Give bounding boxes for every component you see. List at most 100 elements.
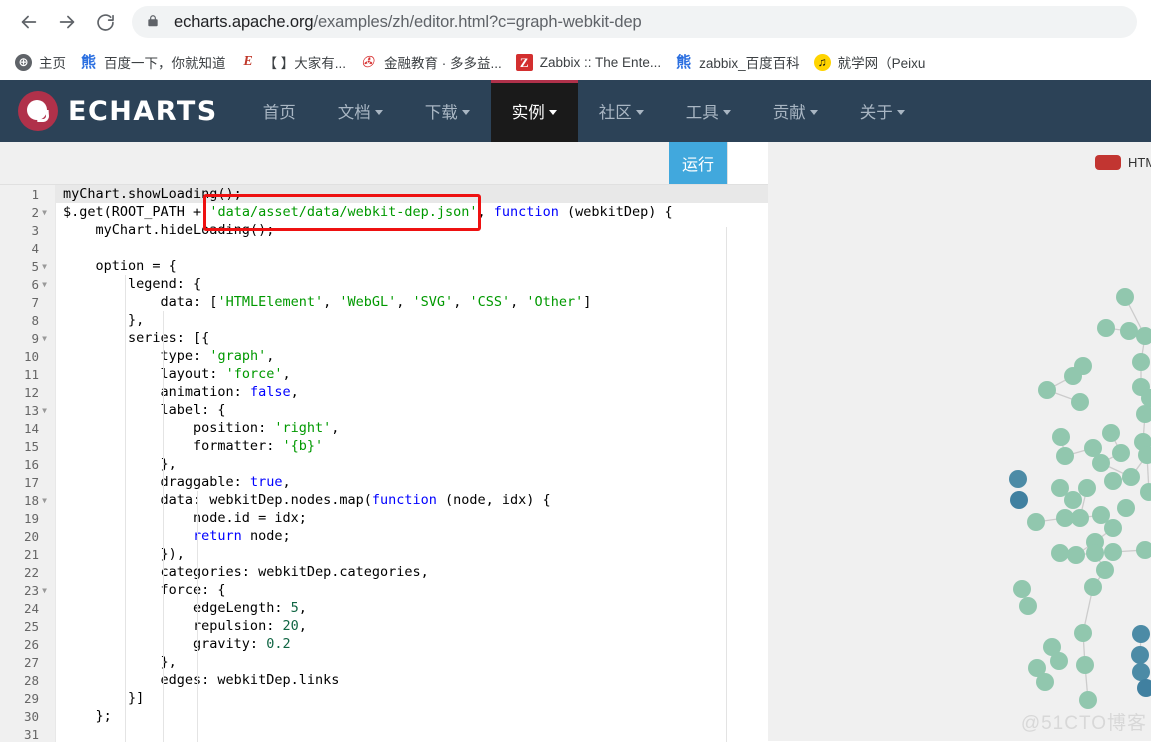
forward-arrow-icon[interactable]	[48, 3, 86, 41]
line-number[interactable]: 22	[0, 563, 55, 581]
line-number[interactable]: 15	[0, 437, 55, 455]
graph-node[interactable]	[1112, 444, 1130, 462]
code-line[interactable]: label: {	[55, 401, 768, 419]
graph-node[interactable]	[1010, 491, 1028, 509]
code-line[interactable]: edges: webkitDep.links	[55, 671, 768, 689]
line-number[interactable]: 16	[0, 455, 55, 473]
echarts-logo[interactable]: ECHARTS	[0, 80, 242, 142]
graph-node[interactable]	[1036, 673, 1054, 691]
bookmark-item-zabbix-baike[interactable]: 熊 zabbix_百度百科	[668, 50, 807, 74]
line-number[interactable]: 11	[0, 365, 55, 383]
code-line[interactable]: node.id = idx;	[55, 509, 768, 527]
code-line[interactable]: layout: 'force',	[55, 365, 768, 383]
graph-node[interactable]	[1071, 393, 1089, 411]
nav-item-about[interactable]: 关于	[839, 80, 926, 142]
graph-node[interactable]	[1079, 691, 1097, 709]
graph-node[interactable]	[1104, 472, 1122, 490]
line-number[interactable]: 6 ▼	[0, 275, 55, 293]
line-number[interactable]: 2 ▼	[0, 203, 55, 221]
line-number[interactable]: 7	[0, 293, 55, 311]
graph-node[interactable]	[1132, 625, 1150, 643]
line-number[interactable]: 13 ▼	[0, 401, 55, 419]
bookmark-item-zabbix[interactable]: Z Zabbix :: The Ente...	[509, 50, 668, 74]
code-line[interactable]: data: webkitDep.nodes.map(function (node…	[55, 491, 768, 509]
graph-node[interactable]	[1051, 544, 1069, 562]
run-button[interactable]: 运行	[669, 142, 727, 184]
code-line[interactable]: return node;	[55, 527, 768, 545]
graph-node[interactable]	[1097, 319, 1115, 337]
graph-node[interactable]	[1050, 652, 1068, 670]
bookmark-item-finance[interactable]: ✇ 金融教育 · 多多益...	[353, 50, 509, 74]
line-number[interactable]: 21	[0, 545, 55, 563]
line-number[interactable]: 23 ▼	[0, 581, 55, 599]
code-line[interactable]: data: ['HTMLElement', 'WebGL', 'SVG', 'C…	[55, 293, 768, 311]
graph-node[interactable]	[1102, 424, 1120, 442]
graph-node[interactable]	[1056, 447, 1074, 465]
address-bar[interactable]: echarts.apache.org/examples/zh/editor.ht…	[132, 6, 1137, 38]
graph-node[interactable]	[1052, 428, 1070, 446]
code-area[interactable]: 1 2 ▼ 3 4 5 ▼ 6 ▼ 7 8 9 ▼ 10 11 12 13 ▼ 14 15 16 17 18 ▼ 19 20 21 2…	[0, 185, 768, 742]
graph-node[interactable]	[1096, 561, 1114, 579]
line-number-gutter[interactable]: 1 2 ▼ 3 4 5 ▼ 6 ▼ 7 8 9 ▼ 10 11 12 13 ▼ 14 15 16 17 18 ▼ 19 20 21 2…	[0, 185, 56, 742]
graph-node[interactable]	[1009, 470, 1027, 488]
graph-node[interactable]	[1137, 679, 1151, 697]
line-number[interactable]: 17	[0, 473, 55, 491]
graph-node[interactable]	[1084, 578, 1102, 596]
graph-node[interactable]	[1132, 663, 1150, 681]
line-number[interactable]: 18 ▼	[0, 491, 55, 509]
graph-node[interactable]	[1064, 367, 1082, 385]
graph-node[interactable]	[1104, 519, 1122, 537]
code-line[interactable]: },	[55, 455, 768, 473]
graph-node[interactable]	[1122, 468, 1140, 486]
code-line[interactable]: type: 'graph',	[55, 347, 768, 365]
code-line[interactable]: draggable: true,	[55, 473, 768, 491]
line-number[interactable]: 10	[0, 347, 55, 365]
code-line[interactable]: },	[55, 653, 768, 671]
graph-node[interactable]	[1074, 624, 1092, 642]
nav-item-community[interactable]: 社区	[578, 80, 665, 142]
graph-node[interactable]	[1076, 656, 1094, 674]
code-line[interactable]: }]	[55, 689, 768, 707]
graph-node[interactable]	[1136, 405, 1151, 423]
line-number[interactable]: 1	[0, 185, 55, 203]
line-number[interactable]: 9 ▼	[0, 329, 55, 347]
code-line[interactable]: $.get(ROOT_PATH + 'data/asset/data/webki…	[55, 203, 768, 221]
line-number[interactable]: 5 ▼	[0, 257, 55, 275]
code-line[interactable]: },	[55, 311, 768, 329]
graph-node[interactable]	[1092, 454, 1110, 472]
nav-item-examples[interactable]: 实例	[490, 80, 578, 142]
code-line[interactable]: legend: {	[55, 275, 768, 293]
graph-node[interactable]	[1067, 546, 1085, 564]
graph-node[interactable]	[1064, 491, 1082, 509]
graph-node[interactable]	[1136, 327, 1151, 345]
code-line[interactable]: }),	[55, 545, 768, 563]
code-line[interactable]: series: [{	[55, 329, 768, 347]
code-line[interactable]: edgeLength: 5,	[55, 599, 768, 617]
line-number[interactable]: 31	[0, 725, 55, 742]
code-line[interactable]: myChart.hideLoading();	[55, 221, 768, 239]
line-number[interactable]: 19	[0, 509, 55, 527]
force-graph[interactable]	[768, 142, 1151, 741]
code-line[interactable]: };	[55, 707, 768, 725]
graph-node[interactable]	[1038, 381, 1056, 399]
graph-node[interactable]	[1086, 544, 1104, 562]
graph-node[interactable]	[1117, 499, 1135, 517]
graph-node[interactable]	[1131, 646, 1149, 664]
graph-node[interactable]	[1140, 483, 1151, 501]
line-number[interactable]: 25	[0, 617, 55, 635]
line-number[interactable]: 29	[0, 689, 55, 707]
nav-item-docs[interactable]: 文档	[317, 80, 404, 142]
line-number[interactable]: 30	[0, 707, 55, 725]
line-number[interactable]: 20	[0, 527, 55, 545]
graph-node[interactable]	[1120, 322, 1138, 340]
line-number[interactable]: 14	[0, 419, 55, 437]
line-number[interactable]: 27	[0, 653, 55, 671]
code-line[interactable]	[55, 725, 768, 742]
line-number[interactable]: 3	[0, 221, 55, 239]
nav-item-tools[interactable]: 工具	[665, 80, 752, 142]
code-line[interactable]: gravity: 0.2	[55, 635, 768, 653]
code-line[interactable]: myChart.showLoading();	[55, 185, 768, 203]
graph-node[interactable]	[1132, 353, 1150, 371]
graph-node[interactable]	[1116, 288, 1134, 306]
graph-node[interactable]	[1104, 543, 1122, 561]
